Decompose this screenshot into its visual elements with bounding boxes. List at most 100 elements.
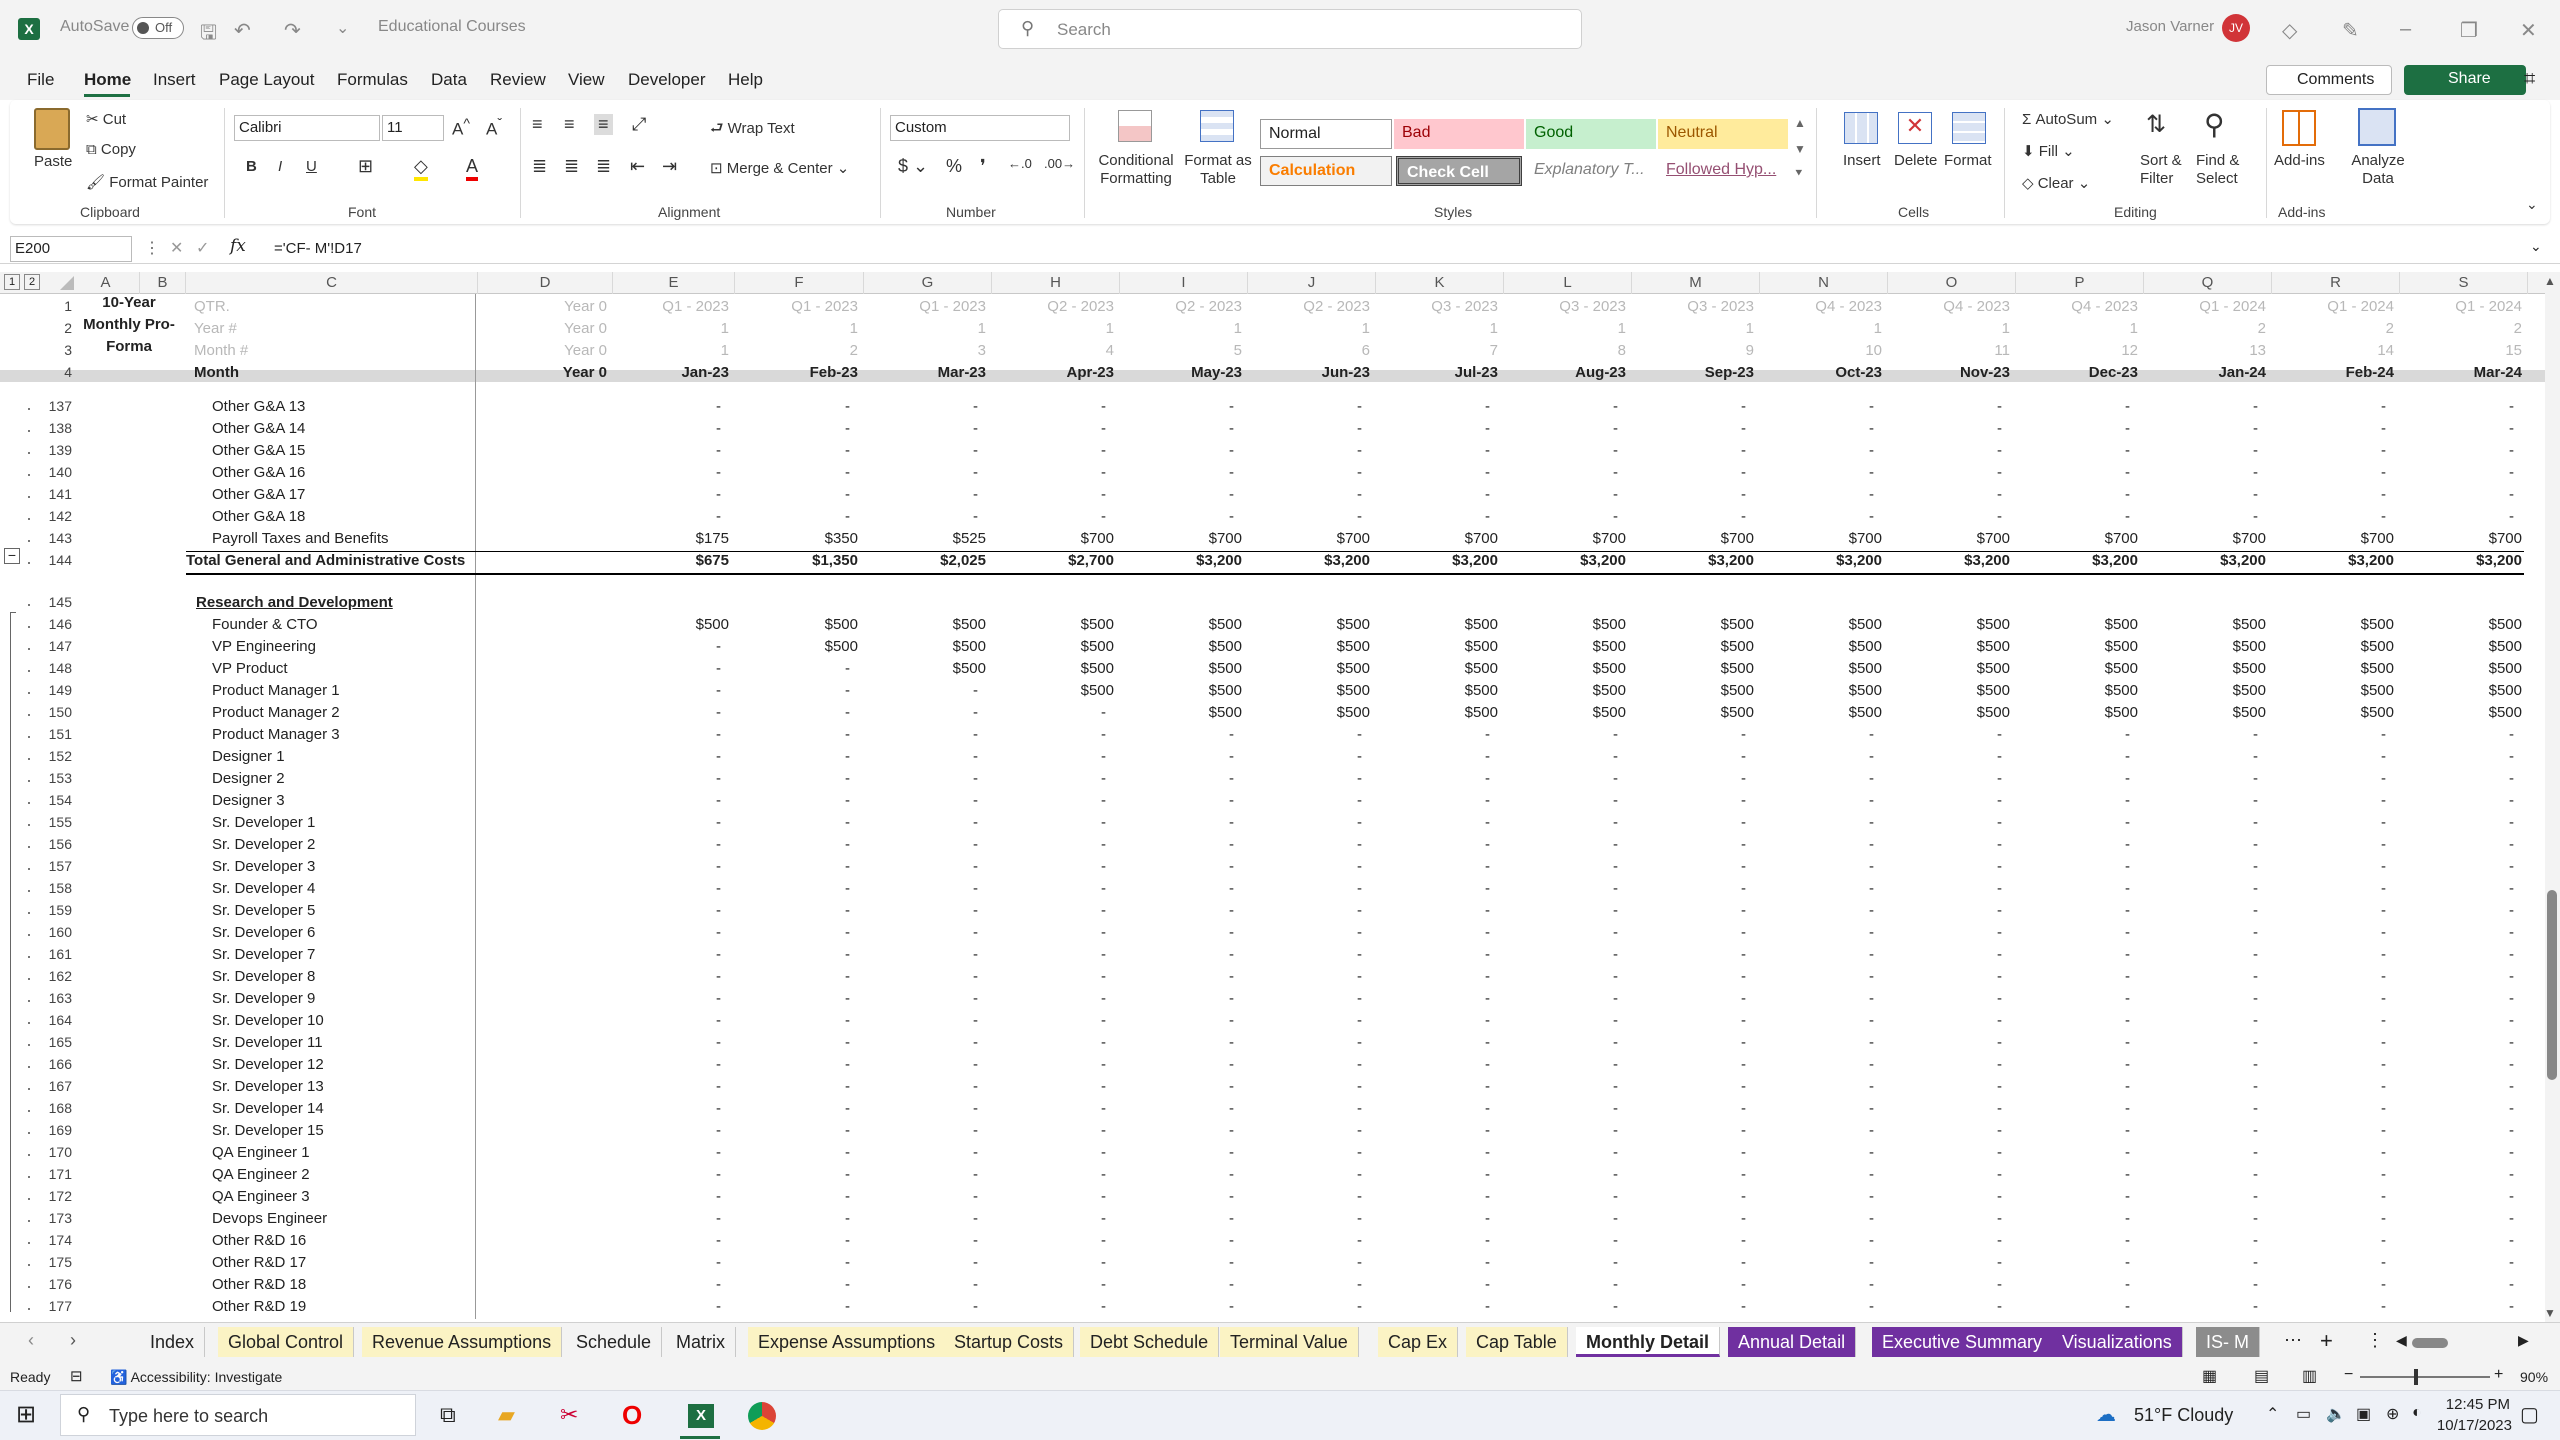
table-cell[interactable]: - (2400, 770, 2514, 787)
table-cell[interactable]: - (1248, 1166, 1362, 1183)
table-cell[interactable]: - (992, 508, 1106, 525)
table-cell[interactable]: - (2016, 726, 2130, 743)
table-cell[interactable]: $500 (864, 616, 986, 633)
table-cell[interactable]: - (1504, 486, 1618, 503)
more-sheets-icon[interactable]: ⋯ (2284, 1330, 2302, 1351)
table-cell[interactable]: - (1120, 1144, 1234, 1161)
currency-icon[interactable]: $ ⌄ (898, 156, 928, 177)
table-cell[interactable]: $500 (1120, 660, 1242, 677)
table-cell[interactable]: - (1888, 442, 2002, 459)
table-cell[interactable]: $500 (1888, 616, 2010, 633)
comma-style-icon[interactable]: ❜ (980, 156, 986, 177)
row-number[interactable]: 4 (28, 364, 72, 380)
table-cell[interactable]: - (1760, 858, 1874, 875)
zoom-slider[interactable] (2360, 1376, 2490, 1378)
table-cell[interactable]: - (1760, 1276, 1874, 1293)
table-cell[interactable]: - (1760, 420, 1874, 437)
table-cell[interactable]: - (2272, 770, 2386, 787)
formula-text[interactable]: ='CF- M'!D17 (274, 240, 362, 257)
table-cell[interactable]: - (1248, 902, 1362, 919)
menu-data[interactable]: Data (431, 70, 467, 90)
table-cell[interactable]: - (735, 420, 850, 437)
column-header-d[interactable]: D (478, 272, 613, 294)
column-header-q[interactable]: Q (2144, 272, 2272, 294)
table-cell[interactable]: - (1760, 442, 1874, 459)
table-cell[interactable]: - (2272, 1210, 2386, 1227)
table-cell[interactable]: - (2400, 398, 2514, 415)
align-left-icon[interactable]: ≣ (532, 156, 547, 177)
table-cell[interactable]: $500 (1888, 704, 2010, 721)
table-cell[interactable]: - (2016, 1144, 2130, 1161)
table-cell[interactable]: - (1760, 1078, 1874, 1095)
table-cell[interactable]: - (1120, 726, 1234, 743)
accessibility-status[interactable]: ♿ Accessibility: Investigate (110, 1369, 282, 1386)
horizontal-scroll-thumb[interactable] (2412, 1338, 2448, 1348)
row-number[interactable]: 140 (28, 464, 72, 480)
table-cell[interactable]: - (2272, 1078, 2386, 1095)
table-cell[interactable]: - (1888, 1100, 2002, 1117)
hscroll-right-icon[interactable]: ▶ (2518, 1332, 2529, 1349)
table-cell[interactable]: - (864, 726, 978, 743)
table-cell[interactable]: - (2400, 902, 2514, 919)
table-cell[interactable]: - (1248, 836, 1362, 853)
align-bottom-icon[interactable]: ≡ (594, 114, 613, 135)
table-cell[interactable]: - (1376, 792, 1490, 809)
windows-start-icon[interactable]: ⊞ (16, 1400, 36, 1429)
table-cell[interactable]: - (2144, 836, 2258, 853)
table-cell[interactable]: - (735, 1188, 850, 1205)
table-cell[interactable]: - (2016, 1232, 2130, 1249)
table-cell[interactable]: - (864, 924, 978, 941)
table-cell[interactable]: - (613, 1012, 721, 1029)
table-cell[interactable]: - (735, 1122, 850, 1139)
table-cell[interactable]: - (1248, 1232, 1362, 1249)
row-number[interactable]: 154 (28, 792, 72, 808)
table-cell[interactable]: - (2400, 1210, 2514, 1227)
table-cell[interactable]: $500 (1888, 682, 2010, 699)
table-cell[interactable]: - (1632, 946, 1746, 963)
table-cell[interactable]: - (1120, 1188, 1234, 1205)
table-cell[interactable]: - (2400, 1100, 2514, 1117)
table-cell[interactable]: - (1248, 748, 1362, 765)
table-cell[interactable]: - (1504, 1078, 1618, 1095)
avatar[interactable]: JV (2222, 14, 2250, 42)
underline-icon[interactable]: U (306, 158, 317, 175)
menu-developer[interactable]: Developer (628, 70, 706, 90)
table-cell[interactable]: - (1888, 792, 2002, 809)
row-number[interactable]: 166 (28, 1056, 72, 1072)
row-number[interactable]: 147 (28, 638, 72, 654)
table-cell[interactable]: - (1120, 464, 1234, 481)
table-cell[interactable]: - (864, 1276, 978, 1293)
table-cell[interactable]: - (1120, 946, 1234, 963)
sheet-tab-matrix[interactable]: Matrix (666, 1327, 736, 1357)
table-cell[interactable]: $3,200 (2016, 552, 2138, 569)
table-cell[interactable]: $500 (1760, 682, 1882, 699)
table-cell[interactable]: - (1120, 1100, 1234, 1117)
table-cell[interactable]: - (613, 1078, 721, 1095)
table-cell[interactable]: - (2400, 464, 2514, 481)
table-cell[interactable]: - (992, 880, 1106, 897)
weather-text[interactable]: 51°F Cloudy (2134, 1405, 2233, 1426)
table-cell[interactable]: - (735, 1276, 850, 1293)
table-cell[interactable]: - (1760, 486, 1874, 503)
table-cell[interactable]: - (2144, 880, 2258, 897)
table-cell[interactable]: - (1760, 464, 1874, 481)
table-cell[interactable]: - (1632, 1210, 1746, 1227)
table-cell[interactable]: - (1632, 1298, 1746, 1315)
table-cell[interactable]: - (2400, 814, 2514, 831)
row-number[interactable]: 148 (28, 660, 72, 676)
menu-page-layout[interactable]: Page Layout (219, 70, 314, 90)
table-cell[interactable]: - (2144, 486, 2258, 503)
table-cell[interactable]: - (2144, 1188, 2258, 1205)
table-cell[interactable]: - (1248, 1254, 1362, 1271)
table-cell[interactable]: - (1376, 464, 1490, 481)
table-cell[interactable]: - (2272, 1232, 2386, 1249)
conditional-formatting-icon[interactable] (1118, 110, 1152, 142)
table-cell[interactable]: - (613, 1056, 721, 1073)
add-ins-button[interactable]: Add-ins (2274, 152, 2325, 169)
row-number[interactable]: 162 (28, 968, 72, 984)
table-cell[interactable]: - (1504, 1232, 1618, 1249)
table-cell[interactable]: - (2400, 1034, 2514, 1051)
table-cell[interactable]: - (2144, 726, 2258, 743)
table-cell[interactable]: - (2016, 420, 2130, 437)
column-header-j[interactable]: J (1248, 272, 1376, 294)
